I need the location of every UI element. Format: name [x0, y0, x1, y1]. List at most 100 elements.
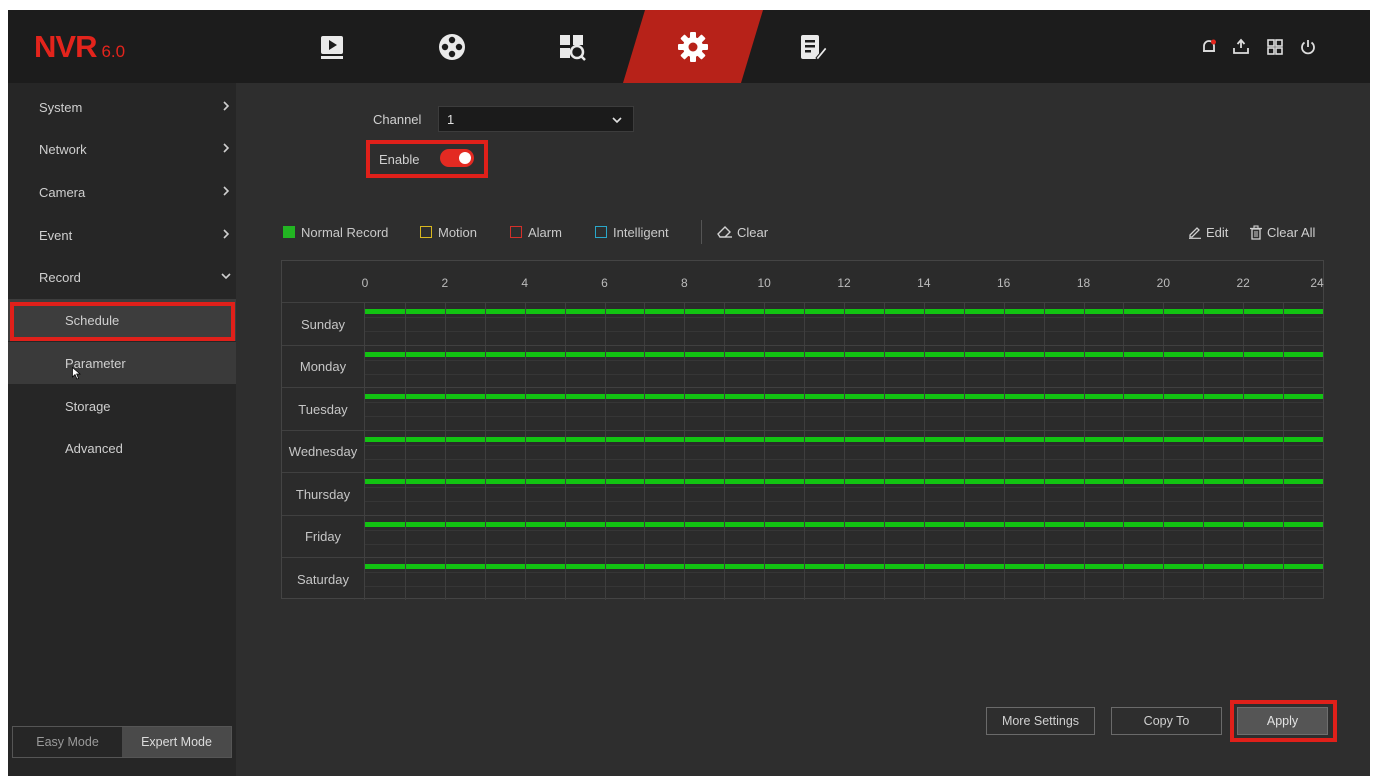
hour-divider — [684, 558, 686, 600]
clear-all-button[interactable]: Clear All — [1249, 224, 1315, 240]
hour-divider — [564, 388, 566, 430]
hour-divider — [524, 345, 526, 388]
hour-divider — [604, 473, 606, 515]
alarm-bell-icon[interactable] — [1196, 34, 1222, 60]
hour-divider — [604, 345, 606, 388]
day-track[interactable] — [365, 558, 1323, 600]
day-label: Thursday — [282, 473, 365, 515]
day-track[interactable] — [365, 303, 1323, 345]
hour-divider — [484, 388, 486, 430]
enable-label: Enable — [379, 152, 420, 167]
hour-divider — [883, 430, 885, 473]
expert-mode-button[interactable]: Expert Mode — [122, 727, 231, 757]
copy-to-button[interactable]: Copy To — [1111, 707, 1222, 735]
legend-alarm[interactable]: Alarm — [510, 224, 562, 240]
hour-divider — [963, 558, 965, 600]
hour-divider — [604, 558, 606, 600]
legend-motion[interactable]: Motion — [420, 224, 477, 240]
settings-gear-icon[interactable] — [648, 10, 738, 83]
hour-divider — [844, 515, 845, 558]
hour-divider — [684, 430, 686, 473]
hour-divider — [644, 558, 646, 600]
legend-normal-record[interactable]: Normal Record — [283, 224, 388, 240]
chevron-right-icon — [223, 101, 230, 111]
hour-divider — [1163, 515, 1165, 558]
day-track[interactable] — [365, 345, 1323, 388]
hour-divider — [764, 515, 766, 558]
camera-reel-icon[interactable] — [407, 10, 497, 83]
schedule-row: Thursday — [282, 472, 1323, 515]
sidebar-subitem-storage[interactable]: Storage — [8, 385, 236, 427]
hour-divider — [923, 473, 925, 515]
playback-icon[interactable] — [287, 10, 377, 83]
schedule-row: Wednesday — [282, 429, 1323, 473]
hour-divider — [1083, 345, 1085, 388]
more-settings-button[interactable]: More Settings — [986, 707, 1095, 735]
hour-divider — [963, 303, 965, 345]
day-label: Saturday — [282, 558, 365, 600]
hour-divider — [404, 473, 406, 515]
backup-icon[interactable] — [1228, 34, 1254, 60]
sidebar-subitem-parameter[interactable]: Parameter — [8, 342, 236, 384]
layout-icon[interactable] — [1262, 34, 1288, 60]
hour-divider — [724, 388, 726, 430]
sidebar-subitem-schedule[interactable]: Schedule — [8, 299, 236, 341]
power-icon[interactable] — [1295, 34, 1321, 60]
hour-divider — [804, 473, 806, 515]
edit-button[interactable]: Edit — [1188, 224, 1228, 240]
hour-divider — [684, 473, 686, 515]
hour-divider — [1283, 558, 1285, 600]
day-track[interactable] — [365, 473, 1323, 515]
hour-divider — [724, 345, 726, 388]
hour-divider — [764, 345, 766, 388]
hour-divider — [644, 303, 646, 345]
hour-tick: 4 — [521, 276, 528, 290]
sidebar-item-record[interactable]: Record — [8, 256, 236, 298]
sidebar-subitem-advanced[interactable]: Advanced — [8, 427, 236, 469]
hour-divider — [963, 430, 965, 473]
hour-divider — [684, 345, 686, 388]
hour-divider — [1083, 515, 1085, 558]
hour-divider — [1043, 430, 1045, 473]
top-bar: NVR 6.0 — [8, 10, 1370, 83]
day-track[interactable] — [365, 388, 1323, 430]
hour-tick: 12 — [837, 276, 851, 290]
hour-divider — [883, 388, 885, 430]
maintenance-icon[interactable] — [768, 10, 858, 83]
enable-toggle[interactable] — [440, 149, 474, 167]
sidebar-item-camera[interactable]: Camera — [8, 171, 236, 213]
hour-tick: 6 — [601, 276, 608, 290]
hour-divider — [404, 345, 406, 388]
apply-button[interactable]: Apply — [1237, 707, 1328, 735]
hour-divider — [923, 345, 925, 388]
hour-divider — [484, 345, 486, 388]
hour-divider — [684, 515, 686, 558]
channel-select[interactable]: 1 — [438, 106, 634, 132]
sidebar-item-network[interactable]: Network — [8, 128, 236, 170]
easy-mode-button[interactable]: Easy Mode — [13, 727, 122, 757]
hour-divider — [844, 430, 845, 473]
hour-divider — [724, 558, 726, 600]
hour-divider — [484, 430, 486, 473]
hour-divider — [1163, 303, 1165, 345]
sidebar-item-system[interactable]: System — [8, 86, 236, 128]
hour-divider — [1003, 558, 1005, 600]
hour-divider — [1083, 430, 1085, 473]
hour-divider — [1203, 345, 1205, 388]
legend-intelligent[interactable]: Intelligent — [595, 224, 669, 240]
hour-divider — [724, 430, 726, 473]
hour-divider — [1083, 303, 1085, 345]
day-label: Wednesday — [282, 430, 365, 473]
day-track[interactable] — [365, 430, 1323, 473]
hour-divider — [1283, 388, 1285, 430]
search-icon[interactable] — [527, 10, 617, 83]
day-track[interactable] — [365, 515, 1323, 558]
hour-divider — [1243, 558, 1245, 600]
hour-divider — [1203, 515, 1205, 558]
hour-tick: 2 — [441, 276, 449, 290]
hour-tick: 8 — [680, 276, 688, 290]
hour-divider — [564, 303, 566, 345]
hour-divider — [963, 345, 965, 388]
clear-button[interactable]: Clear — [717, 224, 768, 240]
sidebar-item-event[interactable]: Event — [8, 214, 236, 256]
